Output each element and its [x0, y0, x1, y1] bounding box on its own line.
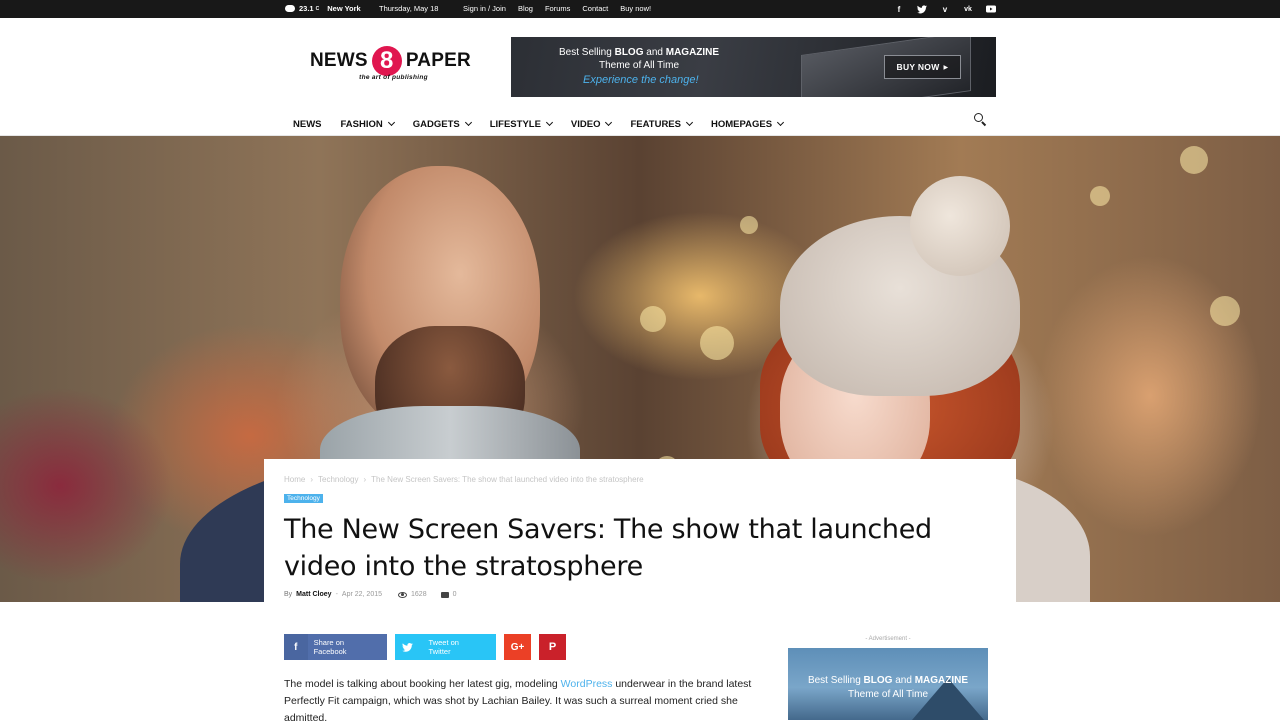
nav-item-news[interactable]: NEWS — [293, 113, 322, 135]
top-date: Thursday, May 18 — [379, 4, 439, 13]
sidebar-ad-line-1: Best Selling BLOG and MAGAZINE — [807, 675, 969, 686]
category-badge[interactable]: Technology — [284, 494, 323, 503]
chevron-down-icon — [387, 118, 395, 127]
top-links: Sign in / Join Blog Forums Contact Buy n… — [463, 4, 651, 13]
vk-icon[interactable]: vk — [962, 3, 974, 15]
twitter-icon — [395, 634, 421, 660]
chevron-down-icon — [685, 118, 694, 127]
facebook-icon[interactable]: f — [893, 3, 905, 15]
top-bar: 23.1 C New York Thursday, May 18 Sign in … — [0, 0, 1280, 18]
main-nav: NEWS FASHION GADGETS LIFESTYLE VIDEO FEA… — [293, 113, 802, 140]
share-twitter-button[interactable]: Tweet on Twitter — [395, 634, 496, 660]
share-facebook-label: Share on Facebook — [313, 638, 347, 656]
byline-prefix: By — [284, 591, 293, 598]
sign-in-link[interactable]: Sign in / Join — [463, 4, 506, 13]
article-header-card: Home › Technology › The New Screen Saver… — [264, 459, 1016, 602]
pinterest-icon: P — [548, 641, 557, 653]
temperature-unit: C — [315, 5, 320, 12]
nav-item-fashion[interactable]: FASHION — [341, 113, 395, 135]
wordpress-link[interactable]: WordPress — [561, 678, 613, 690]
site-header: NEWS 8 PAPER the art of publishing Best … — [0, 18, 1280, 140]
chevron-down-icon — [545, 118, 553, 127]
weather-widget: 23.1 C New York — [285, 4, 361, 13]
breadcrumb-separator: › — [363, 475, 367, 484]
blog-link[interactable]: Blog — [518, 4, 533, 13]
cloud-icon — [285, 5, 295, 12]
article-meta: By Matt Cloey - Apr 22, 2015 1628 0 — [284, 591, 457, 598]
contact-link[interactable]: Contact — [582, 4, 608, 13]
play-arrow-icon: ▶ — [943, 64, 949, 71]
nav-item-homepages[interactable]: HOMEPAGES — [711, 113, 785, 135]
article-body: The model is talking about booking her l… — [284, 678, 752, 724]
banner-line-1: Best Selling BLOG and MAGAZINE — [559, 47, 720, 58]
publish-date: Apr 22, 2015 — [341, 591, 383, 598]
nav-item-lifestyle[interactable]: LIFESTYLE — [490, 113, 553, 135]
logo-tagline: the art of publishing — [359, 74, 428, 81]
nav-item-gadgets[interactable]: GADGETS — [413, 113, 472, 135]
share-pinterest-button[interactable]: P — [539, 634, 566, 660]
chevron-down-icon — [605, 118, 613, 127]
chevron-down-icon — [777, 118, 785, 127]
vimeo-icon[interactable]: v — [939, 3, 951, 15]
eye-icon — [398, 591, 408, 598]
logo-word-news: NEWS — [310, 50, 368, 71]
breadcrumb-technology[interactable]: Technology — [318, 475, 358, 484]
comment-count[interactable]: 0 — [453, 591, 457, 598]
weather-city: New York — [327, 4, 361, 13]
logo-badge: 8 — [371, 46, 402, 76]
advertisement-label: - Advertisement - — [865, 636, 911, 642]
breadcrumb-separator: › — [310, 475, 314, 484]
view-count: 1628 — [411, 591, 427, 598]
banner-line-3: Experience the change! — [583, 74, 699, 86]
share-twitter-label: Tweet on Twitter — [428, 638, 459, 656]
search-icon[interactable] — [974, 113, 987, 127]
article-title: The New Screen Savers: The show that lau… — [284, 514, 932, 582]
breadcrumb: Home › Technology › The New Screen Saver… — [284, 475, 644, 484]
logo-word-paper: PAPER — [405, 50, 471, 71]
nav-item-video[interactable]: VIDEO — [571, 113, 613, 135]
buy-now-link[interactable]: Buy now! — [620, 4, 651, 13]
comment-icon — [440, 591, 449, 598]
share-facebook-button[interactable]: f Share on Facebook — [284, 634, 387, 660]
youtube-icon[interactable] — [985, 3, 997, 15]
banner-line-2: Theme of All Time — [599, 60, 680, 71]
meta-separator: - — [335, 591, 338, 598]
breadcrumb-home[interactable]: Home — [284, 475, 305, 484]
header-ad-banner[interactable]: Best Selling BLOG and MAGAZINE Theme of … — [511, 37, 996, 97]
share-google-plus-button[interactable]: G+ — [504, 634, 531, 660]
google-plus-icon: G+ — [510, 641, 525, 653]
breadcrumb-current: The New Screen Savers: The show that lau… — [371, 475, 644, 484]
facebook-icon: f — [284, 634, 308, 660]
forums-link[interactable]: Forums — [545, 4, 570, 13]
social-links: f v vk — [893, 3, 997, 15]
sidebar-ad[interactable]: Best Selling BLOG and MAGAZINE Theme of … — [788, 648, 988, 720]
twitter-icon[interactable] — [916, 3, 928, 15]
site-logo[interactable]: NEWS 8 PAPER the art of publishing — [310, 46, 485, 81]
chevron-down-icon — [464, 118, 472, 127]
author-link[interactable]: Matt Cloey — [296, 591, 331, 598]
sidebar-ad-line-2: Theme of All Time — [847, 689, 929, 700]
temperature: 23.1 — [299, 4, 314, 13]
nav-item-features[interactable]: FEATURES — [620, 113, 697, 140]
banner-buy-now-button[interactable]: BUY NOW ▶ — [884, 55, 961, 79]
